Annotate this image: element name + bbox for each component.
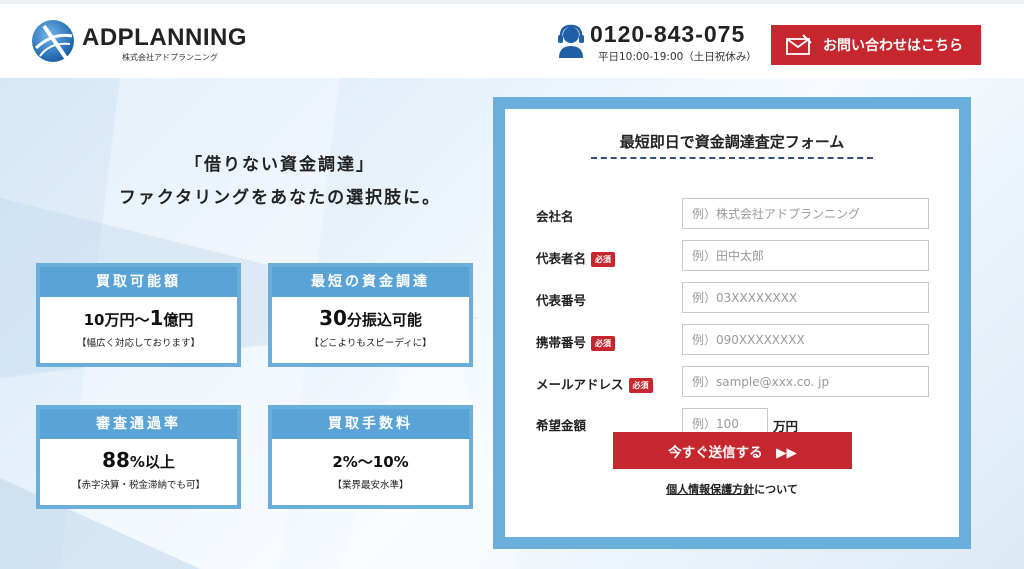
card-main-value: 2%～10% — [332, 453, 409, 471]
card-title: 最短の資金調達 — [272, 267, 469, 297]
required-badge: 必須 — [628, 378, 653, 393]
desired-amount-label: 希望金額 — [536, 418, 587, 433]
assessment-form: 最短即日で資金調達査定フォーム 会社名 代表者名必須 代表番号 携帯番号必須 メ… — [505, 109, 959, 537]
logo-name: ADPLANNING — [82, 24, 247, 51]
card-note: 【赤字決算・税金滞納でも可】 — [71, 480, 205, 491]
card-note: 【業界最安水準】 — [332, 480, 409, 491]
title-divider — [591, 157, 873, 159]
card-title: 買取可能額 — [40, 267, 237, 297]
email-row-label: メールアドレス 必須 — [536, 374, 653, 393]
privacy-policy-link[interactable]: 個人情報保護方針 — [666, 483, 754, 496]
representative-name-label: 代表者名 — [536, 251, 587, 266]
email-label: メールアドレス — [536, 377, 624, 392]
company-name-label: 会社名 — [536, 209, 574, 224]
privacy-suffix: について — [754, 483, 798, 496]
card-main-value: 30分振込可能 — [319, 306, 422, 330]
feature-card-speed: 最短の資金調達 30分振込可能 【どこよりもスピーディに】 — [268, 263, 473, 367]
assessment-form-panel: 最短即日で資金調達査定フォーム 会社名 代表者名必須 代表番号 携帯番号必須 メ… — [493, 97, 971, 549]
card-main-value: 88%以上 — [102, 448, 175, 472]
feature-card-approval-rate: 審査通過率 88%以上 【赤字決算・税金滞納でも可】 — [36, 405, 241, 509]
contact-button[interactable]: お問い合わせはこちら — [771, 25, 981, 65]
card-title: 審査通過率 — [40, 409, 237, 439]
company-logo[interactable]: ADPLANNING 株式会社アドプランニング — [30, 18, 270, 68]
site-header: ADPLANNING 株式会社アドプランニング 0120-843-075 平日1… — [0, 0, 1024, 78]
phone-contact[interactable]: 0120-843-075 平日10:00-19:00（土日祝休み） — [556, 21, 766, 66]
headset-icon — [558, 24, 584, 58]
mobile-phone-input[interactable] — [682, 324, 929, 355]
phone-number[interactable]: 0120-843-075 — [590, 21, 745, 48]
main-phone-label: 代表番号 — [536, 293, 587, 308]
main-phone-input[interactable] — [682, 282, 929, 313]
form-title: 最短即日で資金調達査定フォーム — [619, 133, 845, 151]
mobile-phone-label: 携帯番号 — [536, 335, 587, 350]
required-badge: 必須 — [591, 336, 616, 351]
logo-subtitle: 株式会社アドプランニング — [122, 53, 218, 62]
email-input[interactable] — [682, 366, 929, 397]
card-note: 【幅広く対応しております】 — [77, 338, 200, 349]
card-note: 【どこよりもスピーディに】 — [309, 338, 432, 349]
feature-card-purchase-limit: 買取可能額 10万円～1億円 【幅広く対応しております】 — [36, 263, 241, 367]
hero-section: 「借りない資金調達」 ファクタリングをあなたの選択肢に。 買取可能額 10万円～… — [0, 78, 1024, 569]
hero-tagline: 「借りない資金調達」 ファクタリングをあなたの選択肢に。 — [60, 150, 500, 208]
mail-icon — [786, 34, 812, 55]
required-badge: 必須 — [591, 252, 616, 267]
phone-hours: 平日10:00-19:00（土日祝休み） — [598, 51, 757, 63]
mobile-phone-row-label: 携帯番号 必須 — [536, 332, 616, 351]
submit-button[interactable]: 今すぐ送信する ▶▶ — [613, 432, 852, 469]
company-name-input[interactable] — [682, 198, 929, 229]
tagline-line-2: ファクタリングをあなたの選択肢に。 — [118, 188, 442, 208]
representative-name-input[interactable] — [682, 240, 929, 271]
feature-card-fee: 買取手数料 2%～10% 【業界最安水準】 — [268, 405, 473, 509]
representative-name-row-label: 代表者名 必須 — [536, 248, 616, 267]
card-main-value: 10万円～1億円 — [83, 306, 194, 330]
card-title: 買取手数料 — [272, 409, 469, 439]
contact-button-label: お問い合わせはこちら — [823, 38, 963, 54]
privacy-note: 個人情報保護方針について — [505, 481, 959, 497]
globe-logo-icon — [32, 20, 74, 62]
tagline-line-1: 「借りない資金調達」 — [185, 155, 375, 175]
